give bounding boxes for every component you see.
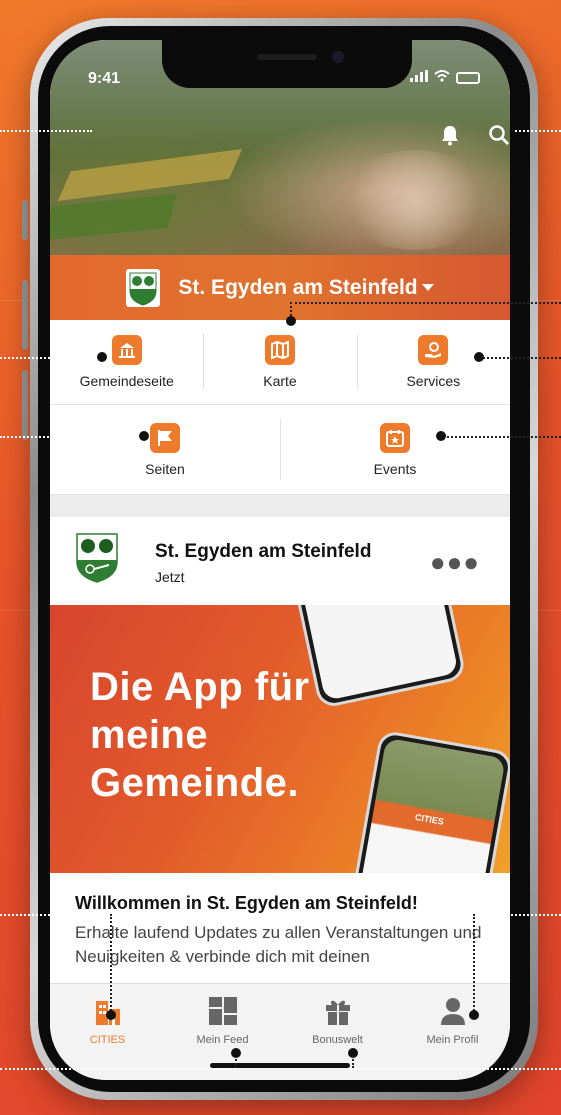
mute-switch [22,200,28,240]
tab-bar: CITIES Mein Feed Bonuswelt Mein Profil [50,983,510,1080]
tab-label: Mein Profil [426,1034,479,1046]
post-heading: Willkommen in St. Egyden am Steinfeld! [75,893,418,913]
nav-label: Karte [263,373,297,389]
volume-down-button [22,370,28,440]
post-banner-image: CITIES Die App für meine Gemeinde. [50,605,510,873]
nav-label: Seiten [145,460,185,477]
volume-up-button [22,280,28,350]
tab-label: Bonuswelt [312,1034,363,1046]
quick-nav-row-1: Gemeindeseite Karte Services [50,320,510,405]
post-author[interactable]: St. Egyden am Steinfeld [155,541,371,563]
community-selector[interactable]: St. Egyden am Steinfeld [50,255,510,320]
nav-label: Events [373,460,417,477]
status-icons [410,70,480,85]
tab-label: Mein Feed [196,1034,249,1046]
nav-item-gemeindeseite[interactable]: Gemeindeseite [50,320,203,404]
tab-mein-profil[interactable]: Mein Profil [395,984,510,1080]
author-crest-icon [75,532,119,584]
battery-icon [456,71,480,84]
nav-item-services[interactable]: Services [356,320,510,404]
bell-icon[interactable] [437,122,463,148]
nav-item-events[interactable]: Events [280,405,510,494]
flag-icon [150,422,180,453]
services-icon [418,335,449,365]
gift-icon [321,994,355,1028]
post-time: Jetzt [155,569,185,585]
status-time: 9:41 [88,70,121,87]
tab-cities[interactable]: CITIES [50,984,165,1080]
feed-icon [206,994,240,1028]
quick-nav-row-2: Seiten Events [50,405,510,495]
caret-down-icon [421,279,434,297]
community-crest-icon [126,268,161,307]
notch [162,40,412,88]
community-name: St. Egyden am Steinfeld [178,275,418,299]
post-text: Erhalte laufend Updates zu allen Veranst… [75,923,482,966]
town-hall-icon [111,335,142,365]
nav-label: Services [406,373,461,389]
search-icon[interactable] [486,122,510,148]
nav-label: Gemeindeseite [79,373,174,389]
tab-label: CITIES [89,1034,126,1046]
section-divider [50,495,510,517]
signal-icon [410,70,428,85]
app-screen: 9:41 St. Egyden am Steinfeld Gemeindesei… [50,40,510,1080]
nav-item-seiten[interactable]: Seiten [50,405,280,494]
profile-icon [436,994,470,1028]
more-icon[interactable]: ●●● [430,547,480,578]
map-icon [264,335,295,365]
post-body: Willkommen in St. Egyden am Steinfeld! E… [50,873,510,983]
nav-item-karte[interactable]: Karte [203,320,356,404]
wifi-icon [434,70,450,85]
post-header: St. Egyden am Steinfeld Jetzt ●●● [50,517,510,605]
banner-headline: Die App für meine Gemeinde. [90,665,310,805]
calendar-star-icon [380,422,410,453]
